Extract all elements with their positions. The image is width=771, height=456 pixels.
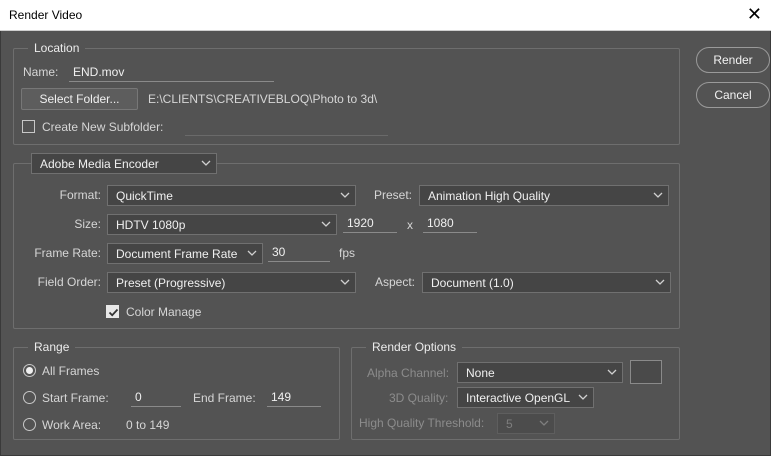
work-area-value: 0 to 149 bbox=[126, 418, 170, 432]
alpha-color-swatch[interactable] bbox=[630, 360, 662, 384]
color-manage-label: Color Manage bbox=[126, 305, 202, 319]
size-dropdown[interactable]: HDTV 1080p bbox=[107, 214, 337, 235]
3d-quality-label: 3D Quality: bbox=[389, 391, 449, 405]
chevron-down-icon bbox=[539, 416, 549, 430]
height-field[interactable]: 1080 bbox=[423, 213, 477, 233]
end-frame-label: End Frame: bbox=[193, 391, 256, 405]
fps-field[interactable]: 30 bbox=[268, 242, 330, 262]
3d-quality-dropdown[interactable]: Interactive OpenGL bbox=[457, 387, 594, 408]
range-legend: Range bbox=[28, 340, 76, 354]
render-button[interactable]: Render bbox=[696, 47, 770, 73]
folder-path: E:\CLIENTS\CREATIVEBLOQ\Photo to 3d\ bbox=[148, 92, 378, 106]
format-value: QuickTime bbox=[116, 189, 173, 203]
location-legend: Location bbox=[28, 41, 86, 55]
start-frame-label: Start Frame: bbox=[42, 391, 109, 405]
fps-label: fps bbox=[339, 246, 356, 260]
preset-label: Preset: bbox=[374, 188, 413, 202]
field-order-label: Field Order: bbox=[37, 275, 101, 289]
size-x-label: x bbox=[407, 218, 413, 232]
close-icon[interactable]: ✕ bbox=[747, 5, 762, 23]
field-order-dropdown[interactable]: Preset (Progressive) bbox=[107, 272, 356, 293]
format-dropdown[interactable]: QuickTime bbox=[107, 185, 356, 206]
name-label: Name: bbox=[23, 65, 59, 79]
check-icon bbox=[108, 308, 119, 317]
hq-threshold-value: 5 bbox=[506, 417, 513, 431]
hq-threshold-label: High Quality Threshold: bbox=[359, 416, 485, 430]
create-subfolder-label: Create New Subfolder: bbox=[42, 120, 164, 134]
cancel-button[interactable]: Cancel bbox=[696, 82, 770, 108]
width-field[interactable]: 1920 bbox=[343, 213, 397, 233]
color-manage-checkbox[interactable] bbox=[106, 305, 119, 318]
format-label: Format: bbox=[59, 188, 101, 202]
chevron-down-icon bbox=[655, 275, 665, 289]
field-order-value: Preset (Progressive) bbox=[116, 276, 226, 290]
chevron-down-icon bbox=[607, 365, 617, 379]
alpha-channel-dropdown[interactable]: None bbox=[457, 362, 623, 383]
size-value: HDTV 1080p bbox=[116, 218, 186, 232]
chevron-down-icon bbox=[321, 217, 331, 231]
chevron-down-icon bbox=[340, 188, 350, 202]
3d-quality-value: Interactive OpenGL bbox=[466, 391, 571, 405]
framerate-value: Document Frame Rate bbox=[116, 247, 238, 261]
title-bar: Render Video ✕ bbox=[0, 0, 771, 31]
chevron-down-icon bbox=[201, 156, 211, 170]
chevron-down-icon bbox=[340, 275, 350, 289]
work-area-label: Work Area: bbox=[42, 418, 102, 432]
create-subfolder-checkbox[interactable] bbox=[22, 120, 35, 133]
all-frames-radio[interactable] bbox=[23, 364, 36, 377]
start-frame-field[interactable]: 0 bbox=[131, 387, 181, 407]
window-title: Render Video bbox=[9, 8, 83, 22]
chevron-down-icon bbox=[247, 246, 257, 260]
preset-value: Animation High Quality bbox=[428, 189, 551, 203]
start-frame-radio[interactable] bbox=[23, 391, 36, 404]
aspect-dropdown[interactable]: Document (1.0) bbox=[422, 272, 671, 293]
select-folder-button[interactable]: Select Folder... bbox=[21, 88, 138, 110]
all-frames-label: All Frames bbox=[42, 364, 100, 378]
chevron-down-icon bbox=[653, 188, 663, 202]
framerate-label: Frame Rate: bbox=[34, 246, 101, 260]
alpha-channel-label: Alpha Channel: bbox=[367, 366, 450, 380]
size-label: Size: bbox=[74, 217, 101, 231]
render-options-legend: Render Options bbox=[366, 340, 463, 354]
framerate-dropdown[interactable]: Document Frame Rate bbox=[107, 243, 263, 264]
hq-threshold-dropdown[interactable]: 5 bbox=[497, 413, 555, 434]
render-video-dialog: Location Name: END.mov Select Folder... … bbox=[0, 31, 771, 456]
encoder-value: Adobe Media Encoder bbox=[40, 157, 159, 171]
name-field[interactable]: END.mov bbox=[69, 62, 274, 82]
aspect-value: Document (1.0) bbox=[431, 276, 514, 290]
aspect-label: Aspect: bbox=[375, 275, 416, 289]
preset-dropdown[interactable]: Animation High Quality bbox=[419, 185, 669, 206]
alpha-channel-value: None bbox=[466, 366, 495, 380]
subfolder-name-field[interactable] bbox=[185, 116, 388, 136]
encoder-dropdown[interactable]: Adobe Media Encoder bbox=[31, 153, 217, 174]
work-area-radio[interactable] bbox=[23, 418, 36, 431]
chevron-down-icon bbox=[578, 390, 588, 404]
end-frame-field[interactable]: 149 bbox=[267, 387, 321, 407]
